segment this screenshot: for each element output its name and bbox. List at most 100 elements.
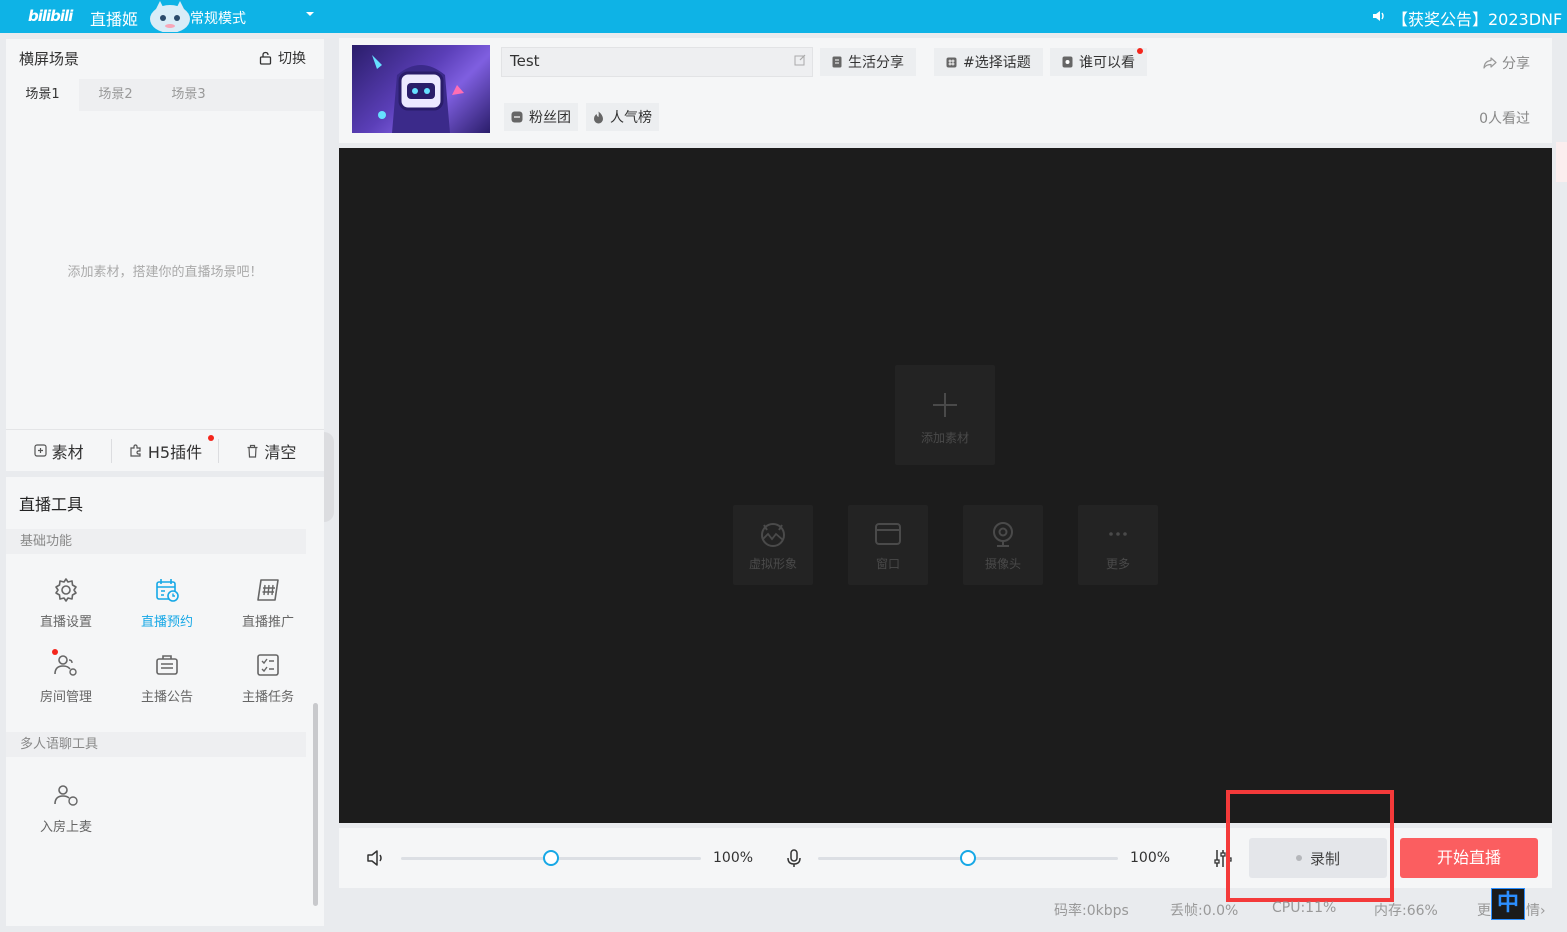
doc-icon xyxy=(832,56,842,68)
popularity-chip[interactable]: 人气榜 xyxy=(586,103,659,131)
source-label: 虚拟形象 xyxy=(748,557,797,571)
user-mic-icon xyxy=(54,785,78,806)
promotion-icon xyxy=(257,579,279,601)
share-label: 分享 xyxy=(1502,56,1530,72)
gear-icon xyxy=(55,578,77,602)
topic-chip[interactable]: #选择话题 xyxy=(934,48,1043,76)
window-icon xyxy=(875,523,901,545)
tab-scene-3[interactable]: 场景3 xyxy=(152,79,225,111)
source-label: 更多 xyxy=(1105,557,1130,571)
tool-room-management[interactable]: 房间管理 xyxy=(16,649,116,705)
announcement-icon xyxy=(1372,9,1386,23)
tool-live-promotion[interactable]: 直播推广 xyxy=(218,577,318,630)
title-bar: bilibili 直播姬 常规模式 【获奖公告】2023DNF xyxy=(0,0,1567,33)
scene-title: 横屏场景 xyxy=(19,50,80,68)
fire-icon xyxy=(594,111,603,123)
chevron-down-icon[interactable] xyxy=(305,10,315,18)
avatar-icon xyxy=(761,523,785,547)
visibility-icon xyxy=(1062,56,1073,68)
add-material-button[interactable]: 素材 xyxy=(6,439,111,463)
fan-club-icon xyxy=(511,111,523,123)
material-label: 素材 xyxy=(51,442,84,462)
room-cover-image[interactable] xyxy=(352,45,490,133)
more-details-link[interactable]: 更 xyxy=(1477,900,1491,920)
start-live-button[interactable]: 开始直播 xyxy=(1400,838,1538,878)
tool-label: 直播设置 xyxy=(39,615,92,630)
live-title-input[interactable]: Test xyxy=(501,47,813,77)
source-camera-button[interactable]: 摄像头 xyxy=(963,505,1043,585)
edit-icon[interactable] xyxy=(794,54,806,66)
more-icon xyxy=(1109,532,1127,536)
add-material-tile[interactable]: 添加素材 xyxy=(895,365,995,465)
popularity-label: 人气榜 xyxy=(610,110,652,126)
ime-indicator[interactable]: 中 xyxy=(1491,888,1525,920)
mic-slider-knob[interactable] xyxy=(960,850,976,866)
more-details-link-tail[interactable]: 情› xyxy=(1526,900,1546,920)
visibility-label: 谁可以看 xyxy=(1079,55,1135,71)
lock-icon xyxy=(259,51,272,65)
switch-label: 切换 xyxy=(278,51,306,67)
tool-join-mic[interactable]: 入房上麦 xyxy=(16,782,116,835)
calendar-clock-icon xyxy=(156,579,179,602)
speaker-icon[interactable] xyxy=(366,849,386,867)
tools-scrollbar[interactable] xyxy=(313,703,318,906)
tab-scene-1[interactable]: 场景1 xyxy=(6,79,79,111)
sidebar-collapse-handle[interactable] xyxy=(324,432,334,522)
tab-scene-2[interactable]: 场景2 xyxy=(79,79,152,111)
fan-club-chip[interactable]: 粉丝团 xyxy=(504,103,578,131)
camera-icon xyxy=(993,522,1013,547)
source-label: 窗口 xyxy=(875,557,900,571)
category-chip[interactable]: 生活分享 xyxy=(820,48,916,76)
clear-button[interactable]: 清空 xyxy=(217,438,324,463)
visibility-chip[interactable]: 谁可以看 xyxy=(1050,48,1147,76)
live-tools-panel: 直播工具 基础功能 直播设置 直播预约 直播推广 房间管理 主播公告 主播任务 … xyxy=(6,477,324,926)
room-header: Test 生活分享 #选择话题 谁可以看 粉丝团 人气榜 分享 0人看过 xyxy=(339,38,1552,143)
fan-club-label: 粉丝团 xyxy=(529,110,571,126)
notification-dot xyxy=(1137,48,1143,54)
notification-dot xyxy=(52,649,58,655)
announcement-text[interactable]: 【获奖公告】2023DNF xyxy=(1392,6,1562,30)
dropped-frames-status: 丢帧:0.0% xyxy=(1170,903,1239,919)
source-more-button[interactable]: 更多 xyxy=(1078,505,1158,585)
right-edge-panel xyxy=(1556,142,1567,182)
mic-volume-value: 100% xyxy=(1130,850,1171,866)
app-name: 直播姬 xyxy=(90,10,139,29)
tool-label: 直播预约 xyxy=(140,615,193,630)
tool-streamer-announcement[interactable]: 主播公告 xyxy=(117,652,217,705)
scene-tabs: 场景1 场景2 场景3 xyxy=(6,79,324,111)
annotation-highlight-box xyxy=(1226,790,1394,902)
h5-plugin-button[interactable]: H5插件 xyxy=(111,434,217,463)
tools-title: 直播工具 xyxy=(19,495,84,514)
tool-label: 入房上麦 xyxy=(39,820,92,835)
speaker-slider-knob[interactable] xyxy=(543,850,559,866)
scene-panel: 横屏场景 切换 场景1 场景2 场景3 添加素材，搭建你的直播场景吧！ 素材 H… xyxy=(6,39,324,471)
notification-dot xyxy=(207,434,214,441)
category-label: 生活分享 xyxy=(848,55,904,71)
live-preview[interactable]: 添加素材 虚拟形象 窗口 摄像头 更多 xyxy=(339,148,1552,823)
tool-label: 直播推广 xyxy=(241,615,294,630)
bilibili-logo: bilibili xyxy=(28,7,73,25)
bitrate-status: 码率:0kbps xyxy=(1054,903,1129,919)
tool-streamer-tasks[interactable]: 主播任务 xyxy=(218,652,318,705)
plus-icon xyxy=(933,393,957,417)
mode-selector[interactable]: 常规模式 xyxy=(190,8,246,28)
source-label: 摄像头 xyxy=(984,557,1021,571)
share-button[interactable]: 分享 xyxy=(1483,53,1530,73)
users-gear-icon xyxy=(54,655,77,676)
tool-label: 房间管理 xyxy=(39,690,92,705)
source-window-button[interactable]: 窗口 xyxy=(848,505,928,585)
puzzle-icon xyxy=(130,444,141,457)
scene-header: 横屏场景 切换 xyxy=(6,39,324,79)
source-avatar-button[interactable]: 虚拟形象 xyxy=(733,505,813,585)
mascot-icon xyxy=(146,1,194,32)
multi-section-label: 多人语聊工具 xyxy=(6,732,306,757)
tool-live-settings[interactable]: 直播设置 xyxy=(16,577,116,630)
microphone-icon[interactable] xyxy=(786,849,802,868)
basic-section-label: 基础功能 xyxy=(6,529,306,554)
h5-plugin-label: H5插件 xyxy=(147,442,203,462)
scene-actions: 素材 H5插件 清空 xyxy=(6,429,324,471)
tool-live-schedule[interactable]: 直播预约 xyxy=(117,577,217,630)
switch-orientation-button[interactable]: 切换 xyxy=(259,48,306,68)
tool-label: 主播任务 xyxy=(241,690,294,705)
speaker-volume-value: 100% xyxy=(713,850,754,866)
